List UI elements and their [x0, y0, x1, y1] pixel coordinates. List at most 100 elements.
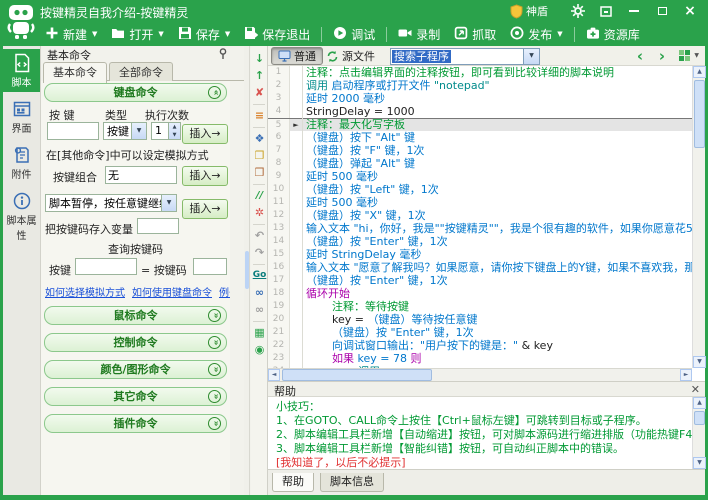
panel-tab-1[interactable]: 全部命令 — [109, 62, 173, 82]
code-line-7[interactable]: 7（键盘）按 "F" 键，1次 — [268, 144, 705, 157]
save-exit-button[interactable]: 保存退出 — [237, 23, 317, 45]
panel-tab-0[interactable]: 基本命令 — [43, 62, 107, 83]
scroll-down-icon[interactable]: ▼ — [693, 356, 706, 368]
code-line-9[interactable]: 9延时 500 毫秒 — [268, 170, 705, 183]
code-line-6[interactable]: 6（键盘）按下 "Alt" 键 — [268, 131, 705, 144]
section-keyboard-commands[interactable]: 键盘命令 « — [44, 83, 227, 102]
expand-section-icon[interactable]: » — [208, 390, 221, 403]
splitter-handle[interactable] — [245, 251, 249, 289]
minimize-icon[interactable] — [622, 2, 646, 20]
scroll-left-icon[interactable]: ◄ — [268, 369, 280, 381]
dismiss-tips-link[interactable]: [我知道了，以后不必提示] — [276, 456, 697, 469]
layout-grid-icon[interactable]: ▼ — [678, 49, 699, 62]
tab-source-view[interactable]: 源文件 — [320, 47, 381, 65]
scroll-up-icon[interactable]: ▲ — [693, 66, 706, 78]
code-line-4[interactable]: 4StringDelay = 1000 — [268, 105, 705, 118]
title-bar[interactable]: 按键精灵自我介绍-按键精灵 神盾 × — [0, 0, 708, 22]
insert-sub-icon[interactable]: ❖ — [251, 130, 268, 147]
publish-button[interactable]: 发布▼ — [503, 23, 569, 45]
code-line-17[interactable]: 17（键盘）按 "Enter" 键，1次 — [268, 274, 705, 287]
combo-input[interactable] — [105, 166, 177, 184]
shield-button[interactable]: 神盾 — [510, 3, 548, 19]
editor-vscrollbar[interactable]: ▲ ▼ — [692, 66, 705, 368]
footer-tab-1[interactable]: 脚本信息 — [320, 473, 384, 492]
code-line-5[interactable]: 5►注释：最大化写字板 — [268, 118, 705, 131]
editor-hscrollbar[interactable]: ◄ ► — [268, 368, 692, 381]
paste-icon[interactable]: ❒ — [251, 164, 268, 181]
code-line-1[interactable]: 1注释：点击编辑界面的注释按钮，即可看到比较详细的脚本说明 — [268, 66, 705, 79]
code-line-11[interactable]: 11延时 500 毫秒 — [268, 196, 705, 209]
help-link-1[interactable]: 如何使用键盘命令 — [132, 284, 212, 299]
tab-normal-view[interactable]: 普通 — [271, 47, 323, 65]
export-image-icon[interactable]: ▦ — [251, 324, 268, 341]
close-help-icon[interactable]: ✕ — [691, 383, 700, 396]
save-button[interactable]: 保存▼ — [171, 23, 237, 45]
collapse-section-icon[interactable]: « — [208, 86, 221, 99]
uncomment-icon[interactable]: ✲ — [251, 204, 268, 221]
open-button[interactable]: 打开▼ — [104, 23, 170, 45]
code-line-3[interactable]: 3延时 2000 毫秒 — [268, 92, 705, 105]
insert-key-button[interactable]: 插入→ — [182, 124, 228, 144]
code-line-22[interactable]: 22向调试窗口输出："用户按下的键是：" & key — [268, 339, 705, 352]
section-3[interactable]: 其它命令» — [44, 387, 227, 406]
query-key-input[interactable] — [75, 258, 137, 275]
find-next-icon[interactable]: ∞ — [251, 301, 268, 318]
maximize-icon[interactable] — [650, 2, 674, 20]
type-select[interactable]: 按键▼ — [103, 122, 147, 140]
help-link-0[interactable]: 如何选择模拟方式 — [45, 284, 125, 299]
next-subroutine-icon[interactable]: › — [659, 47, 665, 65]
search-input[interactable]: 搜索子程序 — [392, 50, 451, 63]
code-line-19[interactable]: 19注释：等待按键 — [268, 300, 705, 313]
smart-fix-icon[interactable]: ◉ — [251, 341, 268, 358]
debug-button[interactable]: 调试 — [326, 23, 382, 45]
scroll-down-icon[interactable]: ▼ — [693, 457, 706, 469]
close-icon[interactable]: × — [678, 2, 702, 20]
section-4[interactable]: 插件命令» — [44, 414, 227, 433]
redo-icon[interactable]: ↷ — [251, 244, 268, 261]
sidebar-item-properties[interactable]: 脚本属性 — [3, 187, 40, 245]
code-line-23[interactable]: 23如果 key = 78 则 — [268, 352, 705, 365]
code-line-2[interactable]: 2调用 启动程序或打开文件 "notepad" — [268, 79, 705, 92]
code-line-10[interactable]: 10（键盘）按 "Left" 键，1次 — [268, 183, 705, 196]
search-subroutine-combo[interactable]: 搜索子程序 ▼ — [390, 48, 540, 65]
record-button[interactable]: 录制 — [391, 23, 447, 45]
code-line-15[interactable]: 15延时 StringDelay 毫秒 — [268, 248, 705, 261]
scroll-right-icon[interactable]: ► — [680, 369, 692, 381]
panel-splitter[interactable] — [244, 46, 250, 495]
expand-section-icon[interactable]: » — [208, 417, 221, 430]
insert-pause-button[interactable]: 插入→ — [182, 199, 228, 219]
count-stepper[interactable]: 1 ▲▼ — [151, 122, 181, 140]
store-var-input[interactable] — [137, 218, 179, 234]
comment-icon[interactable]: // — [251, 187, 268, 204]
sidebar-item-script[interactable]: 脚本 — [3, 49, 40, 92]
pin-icon[interactable] — [218, 48, 228, 59]
copy-icon[interactable]: ❐ — [251, 147, 268, 164]
query-code-input[interactable] — [193, 258, 227, 275]
section-2[interactable]: 颜色/图形命令» — [44, 360, 227, 379]
undo-icon[interactable]: ↶ — [251, 227, 268, 244]
move-up-icon[interactable]: ↑ — [251, 67, 268, 84]
find-icon[interactable]: ∞ — [251, 284, 268, 301]
goto-icon[interactable]: Go — [251, 267, 268, 284]
delete-line-icon[interactable]: ✘ — [251, 84, 268, 101]
auto-indent-icon[interactable]: ≡ — [251, 107, 268, 124]
section-1[interactable]: 控制命令» — [44, 333, 227, 352]
move-down-icon[interactable]: ↓ — [251, 50, 268, 67]
help-link-2[interactable]: 例子 — [219, 284, 230, 299]
new-button[interactable]: 新建▼ — [38, 23, 104, 45]
minimize-to-tray-icon[interactable] — [594, 2, 618, 20]
code-line-12[interactable]: 12（键盘）按 "X" 键，1次 — [268, 209, 705, 222]
code-line-16[interactable]: 16输入文本 "愿意了解我吗？如果愿意，请你按下键盘上的Y键，如果不喜欢我，那就… — [268, 261, 705, 274]
sidebar-item-ui[interactable]: 界面 — [3, 95, 40, 138]
chevron-down-icon[interactable]: ▼ — [523, 49, 539, 64]
section-0[interactable]: 鼠标命令» — [44, 306, 227, 325]
sidebar-item-attachment[interactable]: 附件 — [3, 141, 40, 184]
code-line-8[interactable]: 8（键盘）弹起 "Alt" 键 — [268, 157, 705, 170]
insert-combo-button[interactable]: 插入→ — [182, 166, 228, 186]
library-button[interactable]: 资源库 — [579, 23, 647, 45]
pause-mode-select[interactable]: 脚本暂停，按任意键继续▼ — [45, 194, 177, 212]
footer-tab-0[interactable]: 帮助 — [272, 473, 314, 492]
code-line-21[interactable]: 21（键盘）按 "Enter" 键，1次 — [268, 326, 705, 339]
expand-section-icon[interactable]: » — [208, 309, 221, 322]
code-line-18[interactable]: 18循环开始 — [268, 287, 705, 300]
